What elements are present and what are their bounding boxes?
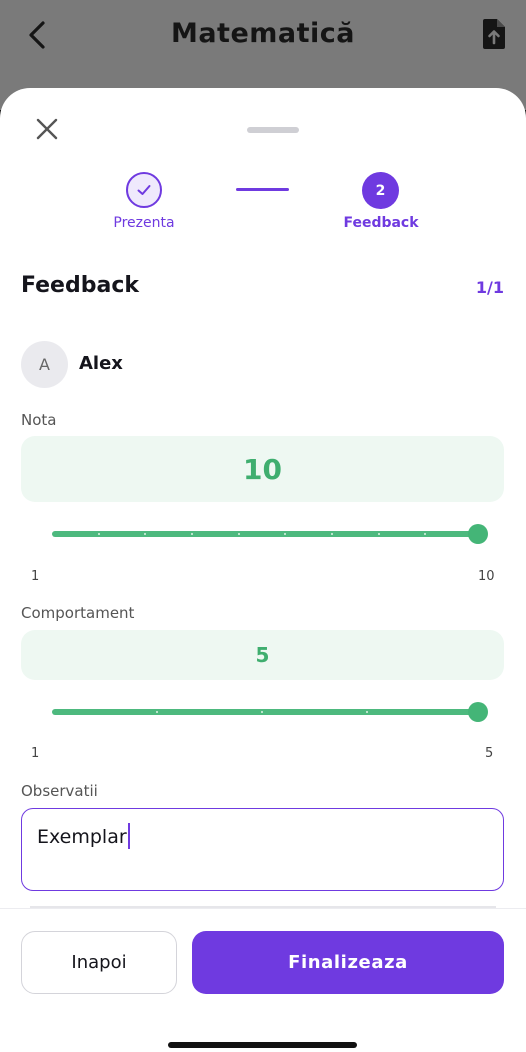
avatar: A	[21, 341, 68, 388]
student-name: Alex	[79, 353, 123, 374]
grade-value-display: 10	[21, 436, 504, 502]
student-counter: 1/1	[475, 278, 504, 297]
behavior-slider-tick	[156, 711, 158, 713]
notes-textarea[interactable]: Exemplar	[21, 808, 504, 891]
close-icon[interactable]	[34, 116, 60, 142]
grade-slider-track	[52, 531, 472, 537]
step-prezenta-check-icon[interactable]	[126, 172, 162, 208]
home-indicator	[168, 1042, 357, 1048]
grade-slider-tick	[191, 533, 193, 535]
grade-slider[interactable]	[52, 524, 488, 544]
feedback-bottom-sheet: 2 Prezenta Feedback Feedback 1/1 A Alex …	[0, 88, 526, 1052]
behavior-slider-tick	[261, 711, 263, 713]
behavior-min-label: 1	[31, 746, 40, 761]
behavior-slider[interactable]	[52, 702, 488, 722]
section-title: Feedback	[21, 273, 139, 298]
step-feedback-label: Feedback	[343, 215, 419, 231]
step-prezenta-label: Prezenta	[113, 215, 175, 231]
step-feedback-number[interactable]: 2	[362, 172, 399, 209]
back-button[interactable]: Inapoi	[21, 931, 177, 994]
notes-text: Exemplar	[37, 826, 127, 848]
behavior-slider-thumb[interactable]	[468, 702, 488, 722]
behavior-max-label: 5	[485, 746, 494, 761]
finish-button[interactable]: Finalizeaza	[192, 931, 504, 994]
drag-handle[interactable]	[247, 127, 299, 133]
notes-label: Observatii	[21, 782, 98, 800]
upload-file-icon[interactable]	[480, 18, 506, 50]
grade-max-label: 10	[478, 569, 495, 584]
behavior-label: Comportament	[21, 604, 135, 622]
grade-slider-tick	[97, 533, 100, 535]
grade-slider-tick	[331, 533, 333, 535]
grade-slider-tick	[237, 533, 240, 535]
grade-slider-tick	[377, 533, 380, 535]
behavior-slider-tick	[366, 711, 368, 713]
behavior-value-display: 5	[21, 630, 504, 680]
grade-min-label: 1	[31, 569, 40, 584]
grade-slider-thumb[interactable]	[468, 524, 488, 544]
page-title: Matematică	[170, 18, 356, 49]
stepper-connector	[236, 188, 289, 191]
footer-actions: Inapoi Finalizeaza	[0, 908, 526, 1052]
grade-label: Nota	[21, 411, 57, 429]
text-caret	[127, 823, 130, 849]
checkmark-icon	[137, 185, 151, 195]
